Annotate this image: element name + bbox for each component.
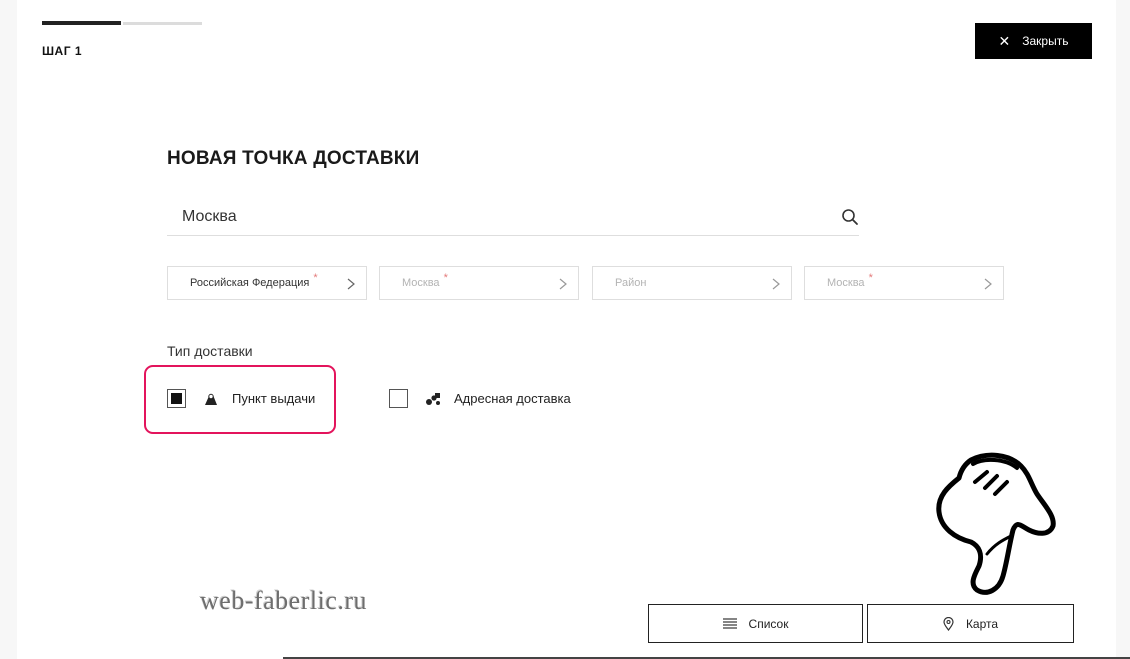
required-mark: * [443, 272, 448, 284]
list-icon [722, 618, 737, 629]
delivery-type-label: Тип доставки [167, 343, 253, 359]
delivery-option-courier[interactable]: Адресная доставка [389, 389, 571, 408]
step-progress [42, 21, 202, 25]
pickup-point-icon [205, 393, 217, 405]
crumb-district-label: Район [615, 277, 647, 289]
crumb-district[interactable]: Район [592, 266, 792, 300]
crumb-region[interactable]: Москва * [379, 266, 579, 300]
watermark: web-faberlic.ru [200, 586, 368, 615]
new-delivery-point-modal: ШАГ 1 ✕ Закрыть НОВАЯ ТОЧКА ДОСТАВКИ Рос… [17, 0, 1130, 659]
list-view-label: Список [748, 616, 789, 631]
courier-checkbox[interactable] [389, 389, 408, 408]
map-view-button[interactable]: Карта [867, 604, 1074, 643]
crumb-city-label: Москва [827, 277, 865, 289]
list-view-button[interactable]: Список [648, 604, 863, 643]
step-label: ШАГ 1 [42, 44, 83, 58]
pickup-checkbox[interactable] [167, 389, 186, 408]
crumb-city[interactable]: Москва * [804, 266, 1004, 300]
chevron-right-icon [559, 278, 567, 290]
chevron-right-icon [772, 278, 780, 290]
close-button-label: Закрыть [1022, 34, 1069, 48]
courier-delivery-icon [426, 392, 440, 405]
close-button[interactable]: ✕ Закрыть [975, 23, 1092, 59]
close-icon: ✕ [998, 33, 1011, 49]
step-progress-active [42, 21, 121, 25]
required-mark: * [313, 272, 318, 284]
city-search [167, 198, 859, 236]
background-page-right [1116, 0, 1130, 659]
chevron-right-icon [347, 278, 355, 290]
delivery-option-pickup[interactable]: Пункт выдачи [167, 389, 315, 408]
crumb-region-label: Москва [402, 277, 440, 289]
pointing-hand-icon [936, 452, 1056, 595]
city-search-input[interactable] [182, 206, 822, 228]
crumb-country-label: Российская Федерация [190, 277, 310, 289]
courier-label: Адресная доставка [454, 391, 571, 406]
search-icon[interactable] [841, 208, 859, 226]
location-pin-icon [943, 616, 954, 631]
modal-title: НОВАЯ ТОЧКА ДОСТАВКИ [167, 148, 420, 169]
step-progress-inactive [123, 22, 202, 25]
map-view-label: Карта [965, 616, 999, 631]
background-page-left [0, 0, 17, 659]
required-mark: * [868, 272, 873, 284]
pickup-label: Пункт выдачи [232, 391, 316, 406]
chevron-right-icon [984, 278, 992, 290]
crumb-country[interactable]: Российская Федерация * [167, 266, 367, 300]
